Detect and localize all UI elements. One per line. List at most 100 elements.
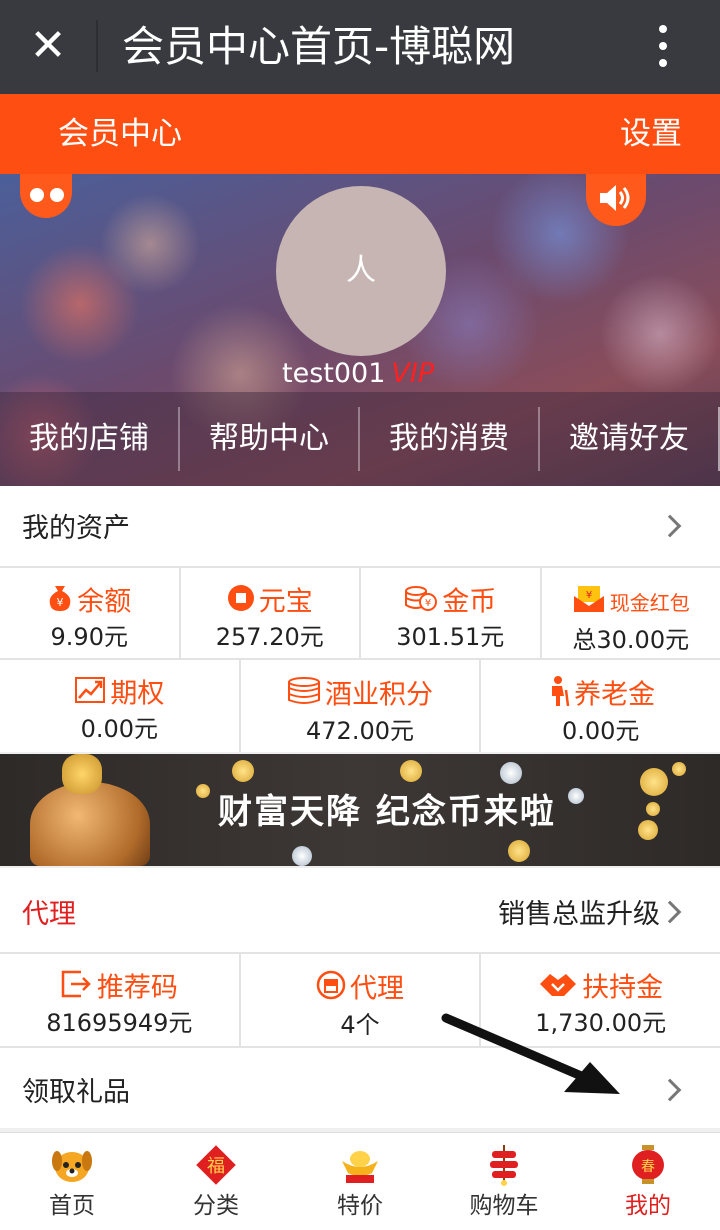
share-icon [61,970,93,1008]
quicknav-my-spending[interactable]: 我的消费 [360,407,540,471]
tab-label: 首页 [49,1193,95,1219]
bottom-tabbar: 首页 福 分类 特价 购物车 春 我的 [0,1132,720,1230]
titlebar-divider [96,20,98,72]
chevron-right-icon [658,514,682,538]
asset-pension[interactable]: 养老金 0.00元 [481,660,720,752]
coin-stack-icon [287,676,321,716]
tab-label: 特价 [337,1193,383,1219]
quicknav-help-center[interactable]: 帮助中心 [180,407,360,471]
coin-icon [508,840,530,862]
tab-label: 我的 [625,1193,671,1219]
coin-icon [196,784,210,798]
speaker-icon [600,185,630,211]
coin-icon [568,788,584,804]
agent-title: 代理 [22,899,76,930]
agent-label: 代理 [350,973,404,1005]
page-header: 会员中心 设置 [0,94,720,174]
coin-icon [646,802,660,816]
tab-label: 购物车 [469,1193,539,1219]
tab-cart[interactable]: 购物车 [432,1133,576,1230]
coin-icon [292,846,312,866]
promo-banner[interactable]: 财富天降 纪念币来啦 [0,754,720,866]
asset-label: 养老金 [574,679,656,711]
vip-badge: VIP [391,358,435,389]
sound-toggle-button[interactable] [586,174,646,226]
elder-icon [546,676,570,716]
asset-label: 期权 [110,678,165,710]
page-title: 会员中心 [58,116,182,152]
asset-value: 总30.00元 [572,626,690,654]
gold-pot-icon [30,782,150,866]
mascot-icon [14,174,76,222]
quicknav-invite-friends[interactable]: 邀请好友 [540,407,720,471]
firecracker-icon [482,1143,526,1187]
dog-icon [50,1143,94,1187]
window-title: 会员中心首页-博聪网 [122,22,516,71]
coin-icon [672,762,686,776]
assets-title: 我的资产 [22,513,130,544]
chart-up-icon [74,676,106,714]
red-envelope-icon: ¥ [572,584,606,625]
asset-gold-coin[interactable]: ¥ 金币 301.51元 [361,568,542,658]
svg-text:¥: ¥ [57,596,64,609]
username: test001 [282,358,386,389]
quicknav-my-shop[interactable]: 我的店铺 [0,407,180,471]
gold-coins-icon [62,754,102,794]
shop-icon [316,970,346,1010]
money-bag-icon: ¥ [47,584,73,622]
coin-icon [640,768,668,796]
agent-value: 81695949元 [46,1009,193,1037]
chevron-right-icon [658,900,682,924]
coin-icon [500,762,522,784]
asset-balance[interactable]: ¥ 余额 9.90元 [0,568,181,658]
asset-label: 余额 [77,586,132,618]
app-titlebar: ✕ 会员中心首页-博聪网 [0,0,720,94]
tab-label: 分类 [193,1193,239,1219]
more-menu-icon[interactable] [648,22,678,72]
asset-ingot[interactable]: 元宝 257.20元 [181,568,361,658]
coin-icon [400,760,422,782]
lantern-icon: 春 [626,1143,670,1187]
svg-text:¥: ¥ [586,590,592,601]
assets-header-row[interactable]: 我的资产 [0,486,720,566]
settings-link[interactable]: 设置 [620,114,682,154]
assets-grid-row1: ¥ 余额 9.90元 元宝 257.20元 ¥ 金币 301.51元 ¥ 现金红包 总… [0,568,720,658]
avatar[interactable]: 人 [276,186,446,356]
asset-options[interactable]: 期权 0.00元 [0,660,241,752]
asset-wine-points[interactable]: 酒业积分 472.00元 [241,660,482,752]
tab-category[interactable]: 福 分类 [144,1133,288,1230]
asset-label: 金币 [442,586,497,618]
tab-home[interactable]: 首页 [0,1133,144,1230]
tab-special-offer[interactable]: 特价 [288,1133,432,1230]
upgrade-link[interactable]: 销售总监升级 [498,892,660,931]
username-line: test001 VIP [282,356,434,392]
agent-header-row[interactable]: 代理 销售总监升级 [0,868,720,952]
ingot-icon [227,584,255,622]
annotation-arrow-icon [441,1013,620,1094]
asset-red-envelope[interactable]: ¥ 现金红包 总30.00元 [542,568,720,658]
gold-coin-icon: ¥ [404,584,438,622]
quick-nav: 我的店铺 帮助中心 我的消费 邀请好友 [0,392,720,486]
promo-text: 财富天降 纪念币来啦 [218,792,556,832]
svg-text:福: 福 [207,1156,225,1177]
ingot-icon [338,1143,382,1187]
asset-label: 元宝 [258,586,313,618]
agent-referral-code[interactable]: 推荐码 81695949元 [0,954,241,1046]
assets-grid-row2: 期权 0.00元 酒业积分 472.00元 养老金 0.00元 [0,660,720,752]
asset-label: 酒业积分 [325,679,433,711]
profile-banner: 人 test001 VIP 我的店铺 帮助中心 我的消费 邀请好友 [0,174,720,486]
asset-label: 现金红包 [609,591,690,615]
agent-label: 推荐码 [96,972,178,1004]
asset-value: 9.90元 [50,623,128,651]
agent-label: 扶持金 [582,972,664,1004]
close-icon[interactable]: ✕ [28,22,68,70]
asset-value: 0.00元 [80,715,159,743]
svg-text:春: 春 [641,1159,655,1175]
svg-text:¥: ¥ [425,598,431,609]
asset-value: 257.20元 [215,623,324,651]
asset-value: 0.00元 [561,717,640,745]
coin-icon [638,820,658,840]
asset-value: 301.51元 [396,623,505,651]
tab-mine[interactable]: 春 我的 [576,1133,720,1230]
chevron-right-icon [658,1078,682,1102]
